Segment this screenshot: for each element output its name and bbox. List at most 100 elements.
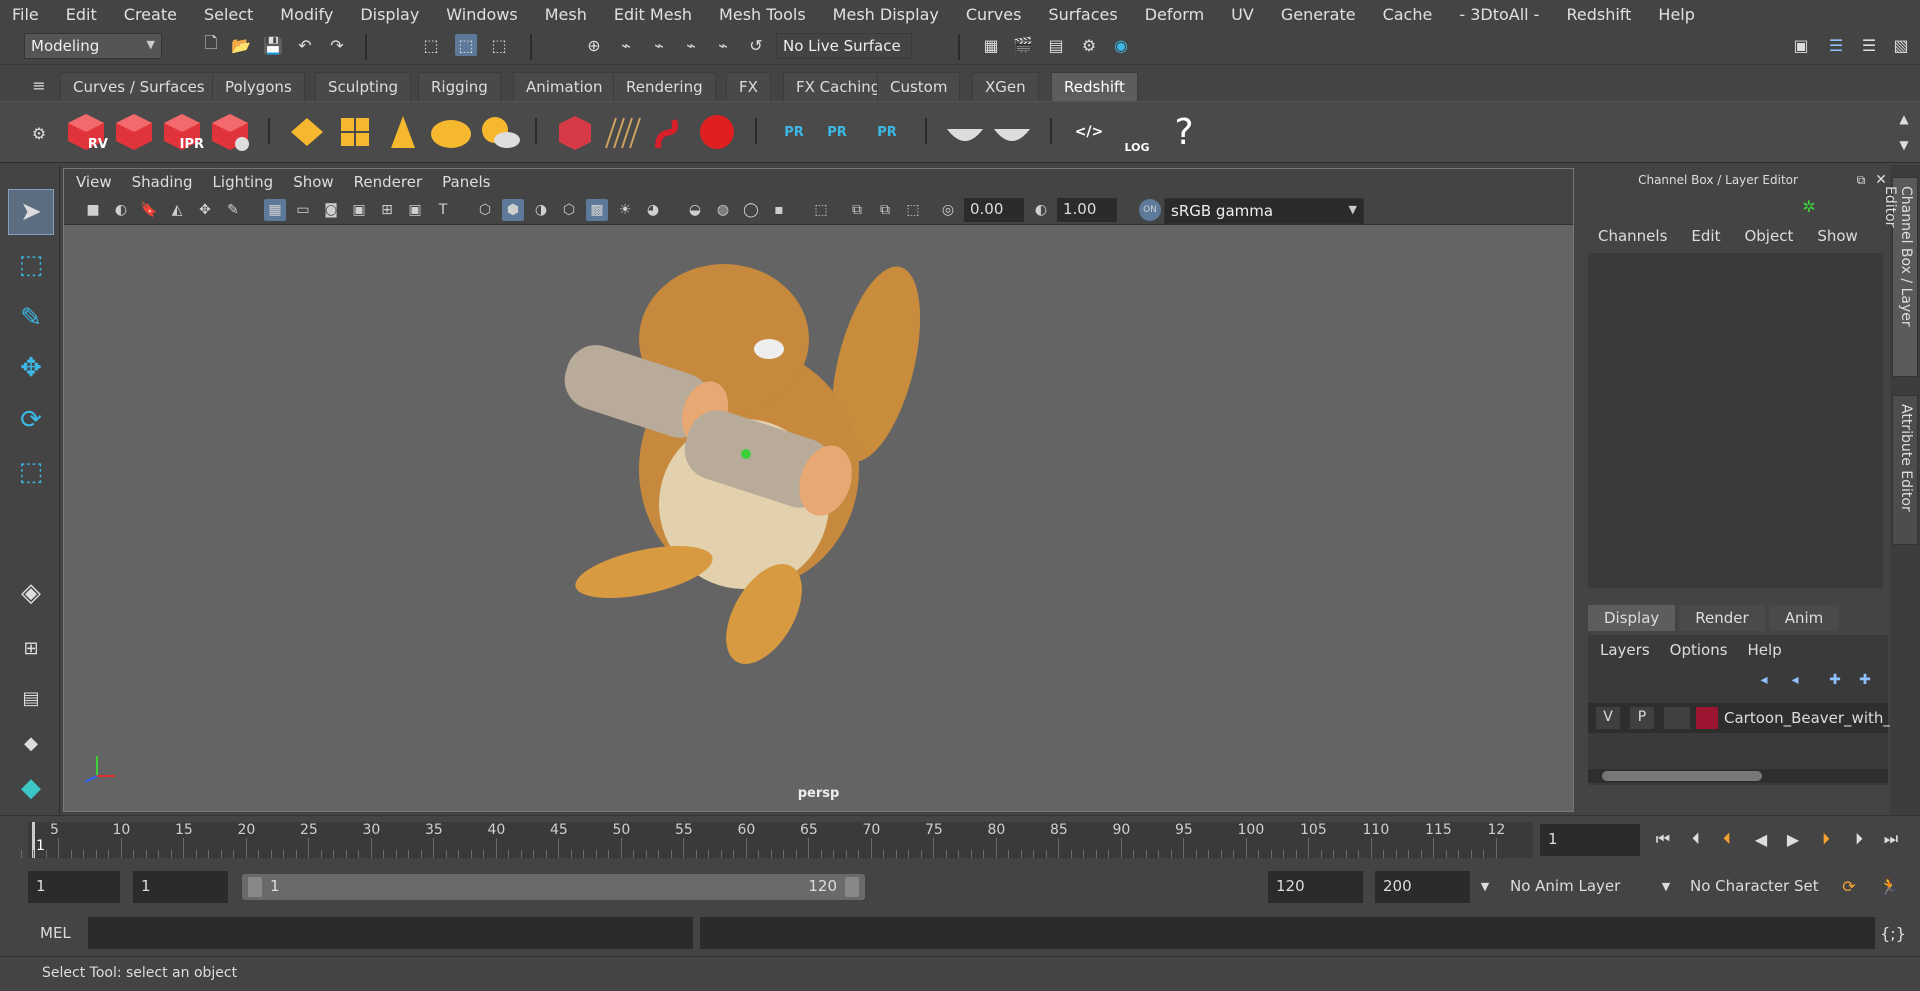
- go-to-start-icon[interactable]: ⏮: [1652, 828, 1674, 850]
- play-forwards-icon[interactable]: ▶: [1782, 828, 1804, 850]
- scene-start-field[interactable]: 1: [28, 871, 120, 903]
- redshift-settings-icon[interactable]: [208, 110, 252, 154]
- menu-cache[interactable]: Cache: [1383, 5, 1433, 24]
- redshift-render-icon[interactable]: [112, 110, 156, 154]
- layout-toggle-icon[interactable]: ◆: [8, 720, 54, 766]
- command-input[interactable]: [88, 917, 693, 949]
- scene-end-field[interactable]: 200: [1375, 871, 1470, 903]
- anti-aliasing-icon[interactable]: ◯: [740, 199, 762, 221]
- material-bowl-2-icon[interactable]: [990, 110, 1034, 154]
- snap-point-icon[interactable]: ⌁: [648, 34, 670, 56]
- select-component-icon[interactable]: ⬚: [488, 34, 510, 56]
- layer-name[interactable]: Cartoon_Beaver_with_: [1724, 709, 1891, 727]
- layer-tab-render[interactable]: Render: [1679, 605, 1765, 631]
- menu-mesh[interactable]: Mesh: [545, 5, 587, 24]
- gate-mask-icon[interactable]: ▣: [348, 199, 370, 221]
- image-plane-icon[interactable]: ◭: [166, 199, 188, 221]
- new-layer-from-selection-icon[interactable]: ✚: [1854, 669, 1876, 691]
- tool-settings-toggle-icon[interactable]: ☰: [1858, 34, 1880, 56]
- shelf-tab-rigging[interactable]: Rigging: [418, 72, 501, 101]
- move-layer-up-icon[interactable]: ◂: [1753, 669, 1775, 691]
- range-slider-bar[interactable]: 1 120: [242, 874, 865, 900]
- film-gate-icon[interactable]: ▭: [292, 199, 314, 221]
- rs-area-light-icon[interactable]: [285, 110, 329, 154]
- range-start-handle[interactable]: [248, 877, 262, 897]
- menu-mesh-tools[interactable]: Mesh Tools: [719, 5, 806, 24]
- menu-curves[interactable]: Curves: [966, 5, 1022, 24]
- viewport-menu-show[interactable]: Show: [293, 173, 333, 191]
- reference-toggle[interactable]: [1664, 707, 1690, 729]
- log-icon[interactable]: LOG: [1115, 110, 1159, 154]
- snap-grid-icon[interactable]: ⊕: [583, 34, 605, 56]
- shelf-tab-custom[interactable]: Custom: [877, 72, 961, 101]
- menu-edit-mesh[interactable]: Edit Mesh: [614, 5, 692, 24]
- four-view-icon[interactable]: ⊞: [8, 625, 54, 671]
- grease-pencil-icon[interactable]: ✎: [222, 199, 244, 221]
- shelf-tab-fx[interactable]: FX: [726, 72, 771, 101]
- smooth-shade-icon[interactable]: ⬢: [502, 199, 524, 221]
- two-d-pan-icon[interactable]: ✥: [194, 199, 216, 221]
- step-back-key-icon[interactable]: ⏴: [1716, 828, 1738, 850]
- workspace-dropdown[interactable]: Modeling ▼: [24, 33, 162, 59]
- textured-icon[interactable]: ▩: [586, 199, 608, 221]
- motion-blur-icon[interactable]: ◍: [712, 199, 734, 221]
- mel-label[interactable]: MEL: [40, 924, 71, 942]
- menu-uv[interactable]: UV: [1231, 5, 1254, 24]
- new-scene-icon[interactable]: 🗋: [200, 33, 222, 56]
- playback-toggle[interactable]: P: [1630, 707, 1654, 729]
- safe-action-icon[interactable]: ▣: [404, 199, 426, 221]
- select-hierarchy-icon[interactable]: ⬚: [420, 34, 442, 56]
- shelf-tab-rendering[interactable]: Rendering: [613, 72, 716, 101]
- shelf-tab-polygons[interactable]: Polygons: [212, 72, 305, 101]
- grid-icon[interactable]: ▦: [264, 199, 286, 221]
- redshift-ipr-icon[interactable]: IPR: [160, 110, 204, 154]
- layer-menu-help[interactable]: Help: [1748, 641, 1782, 659]
- safe-title-icon[interactable]: T: [432, 199, 454, 221]
- layer-scrollbar[interactable]: [1588, 769, 1888, 783]
- scale-tool-icon[interactable]: ⬚: [8, 449, 54, 495]
- shelf-scroll-down-icon[interactable]: ▼: [1893, 134, 1915, 156]
- pr-cube-icon[interactable]: PR: [772, 110, 816, 154]
- xray-icon[interactable]: ⧉: [846, 199, 868, 221]
- menu-generate[interactable]: Generate: [1281, 5, 1356, 24]
- anim-layer-dropdown[interactable]: No Anim Layer: [1502, 871, 1644, 903]
- float-panel-icon[interactable]: ⧉: [1850, 169, 1872, 191]
- step-back-frame-icon[interactable]: ⏴: [1685, 828, 1707, 850]
- camera-attributes-icon[interactable]: ◐: [110, 199, 132, 221]
- menu-3dtoall[interactable]: - 3DtoAll -: [1459, 5, 1539, 24]
- exposure-icon[interactable]: ◎: [937, 199, 959, 221]
- isolate-select-icon[interactable]: ⬚: [810, 199, 832, 221]
- menu-mesh-display[interactable]: Mesh Display: [833, 5, 939, 24]
- select-object-icon[interactable]: ⬚: [455, 34, 477, 56]
- pr-export-icon[interactable]: PR: [815, 110, 859, 154]
- animation-preferences-icon[interactable]: 🏃: [1878, 875, 1900, 897]
- layer-row[interactable]: V P Cartoon_Beaver_with_: [1588, 703, 1891, 733]
- gamma-icon[interactable]: ◐: [1030, 199, 1052, 221]
- menu-file[interactable]: File: [12, 5, 39, 24]
- paint-select-tool-icon[interactable]: ✎: [8, 295, 54, 341]
- snap-surface-icon[interactable]: ⌁: [712, 34, 734, 56]
- redshift-render-view-icon[interactable]: RV: [64, 110, 108, 154]
- open-scene-icon[interactable]: 📂: [230, 34, 252, 56]
- rs-hair-icon[interactable]: [600, 110, 644, 154]
- channel-menu-object[interactable]: Object: [1744, 227, 1793, 245]
- field-chart-icon[interactable]: ⊞: [376, 199, 398, 221]
- anim-layer-chevron-icon[interactable]: ▼: [1474, 875, 1496, 897]
- layer-tab-anim[interactable]: Anim: [1768, 605, 1840, 631]
- channel-menu-edit[interactable]: Edit: [1691, 227, 1720, 245]
- undo-icon[interactable]: ↶: [294, 34, 316, 56]
- play-backwards-icon[interactable]: ◀: [1750, 828, 1772, 850]
- range-end-handle[interactable]: [845, 877, 859, 897]
- menu-modify[interactable]: Modify: [280, 5, 333, 24]
- new-layer-icon[interactable]: ✚: [1824, 669, 1846, 691]
- scrollbar-thumb[interactable]: [1602, 771, 1762, 781]
- script-editor-icon[interactable]: </>: [1067, 110, 1111, 154]
- resolution-gate-icon[interactable]: ◙: [320, 199, 342, 221]
- go-to-end-icon[interactable]: ⏭: [1880, 828, 1902, 850]
- auto-key-icon[interactable]: ⟳: [1838, 875, 1860, 897]
- layer-menu-options[interactable]: Options: [1670, 641, 1728, 659]
- rs-sphere-icon[interactable]: [695, 110, 739, 154]
- menu-display[interactable]: Display: [360, 5, 419, 24]
- playback-start-field[interactable]: 1: [133, 871, 228, 903]
- default-material-icon[interactable]: ◑: [530, 199, 552, 221]
